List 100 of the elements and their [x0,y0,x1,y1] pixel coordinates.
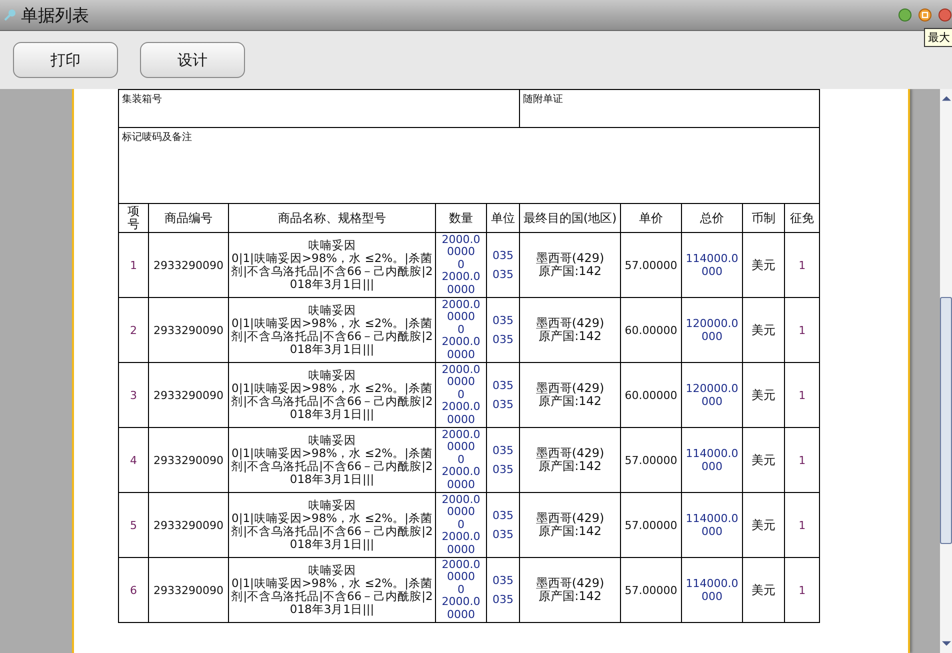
table-cell-text: 原产国:142 [538,525,603,538]
table-cell: 60.00000 [624,388,678,402]
table-cell: 60.00000 [624,324,678,336]
scroll-down-icon[interactable] [942,641,950,647]
table-cell: 57.00000 [624,518,678,532]
column-header: 项号 [128,204,140,232]
column-header: 最终目的国(地区) [523,210,617,224]
table-cell: 美元 [752,518,776,532]
table-cell-text: 0|1|呋喃妥因>98%，水 ≤2%。|杀菌剂|不含乌洛托品|不含66－己内酰胺|2018年3月1日||| [230,577,434,616]
table-cell-text: 墨西哥(429) [534,317,606,330]
table-cell-text: 墨西哥(429) [534,447,606,460]
scroll-up-icon[interactable] [942,95,950,101]
toolbar-button[interactable]: 设计 [140,42,245,78]
field-label: 随附单证 [523,94,564,105]
field-label: 标记唛码及备注 [122,132,192,143]
vertical-scrollbar[interactable] [940,89,952,653]
table-cell-text: 0|1|呋喃妥因>98%，水 ≤2%。|杀菌剂|不含乌洛托品|不含66－己内酰胺|2018年3月1日||| [230,252,434,291]
table-cell-text: 114000.0000 [684,512,740,538]
column-header: 商品名称、规格型号 [278,210,386,224]
table-cell-text: 035 [492,509,515,522]
table-cell: 1 [798,258,806,272]
table-cell: 2000.00000 [441,298,481,324]
table-cell: 1 [798,388,806,402]
table-cell-text: 0|1|呋喃妥因>98%，水 ≤2%。|杀菌剂|不含乌洛托品|不含66－己内酰胺|2018年3月1日||| [230,317,434,356]
tooltip: 最大 [924,28,952,47]
table-cell: 2000.00000 [441,466,481,492]
table-cell: 3 [130,388,137,402]
table-cell: 2933290090 [154,518,224,532]
table-cell-text: 035 [492,249,515,262]
table-cell: 美元 [752,322,776,336]
table-cell-text: 墨西哥(429) [534,382,606,395]
table-cell: 1 [798,454,806,466]
table-cell-text: 呋喃妥因 [307,239,357,252]
table-cell: 2000.00000 [441,271,481,296]
table-cell: 2000.00000 [441,428,481,454]
table-cell: 1 [130,258,137,272]
table-cell: 1 [798,324,806,336]
table-cell-text: 呋喃妥因 [307,369,357,382]
field-label: 集装箱号 [122,94,162,105]
table-cell-text: 035 [492,593,515,606]
table-cell-text: 墨西哥(429) [534,577,606,590]
table-cell: 2933290090 [154,324,224,336]
table-cell-text: 0 [456,584,466,596]
table-cell-text: 035 [492,333,515,346]
table-cell: 美元 [752,452,776,466]
table-cell-text: 墨西哥(429) [534,512,606,525]
table-cell: 57.00000 [624,584,678,596]
table-cell-text: 墨西哥(429) [534,252,606,265]
table-cell-text: 原产国:142 [538,330,603,343]
table-cell-text: 035 [492,444,515,457]
window-title: 单据列表 [21,4,89,26]
table-cell-text: 原产国:142 [538,590,603,603]
table-cell-text: 035 [492,528,515,541]
column-header: 单位 [491,210,516,224]
close-button[interactable] [938,8,952,22]
table-cell: 57.00000 [624,258,678,272]
table-cell-text: 114000.0000 [684,252,740,278]
table-cell-text: 0 [456,258,466,272]
table-cell: 2933290090 [154,388,224,402]
key-icon [3,8,17,22]
table-cell: 2000.00000 [441,364,481,389]
table-cell-text: 035 [492,268,515,281]
table-cell-text: 114000.0000 [684,447,740,473]
table-cell: 1 [798,518,806,532]
table-cell: 2000.00000 [441,596,481,622]
minimize-button[interactable] [898,8,912,22]
maximize-button[interactable] [918,8,932,22]
table-cell-text: 114000.0000 [684,577,740,603]
table-cell: 6 [130,584,137,596]
table-cell-text: 呋喃妥因 [307,434,357,447]
table-cell: 2933290090 [154,454,224,466]
table-cell-text: 120000.0000 [684,382,740,408]
table-cell: 2000.00000 [441,336,481,362]
table-cell: 美元 [752,388,776,402]
table-cell-text: 0|1|呋喃妥因>98%，水 ≤2%。|杀菌剂|不含乌洛托品|不含66－己内酰胺|2018年3月1日||| [230,382,434,421]
table-cell: 5 [130,518,137,532]
table-cell: 美元 [752,582,776,596]
table-cell: 57.00000 [624,454,678,466]
column-header: 总价 [700,210,724,224]
table-cell-text: 0|1|呋喃妥因>98%，水 ≤2%。|杀菌剂|不含乌洛托品|不含66－己内酰胺|2018年3月1日||| [230,512,434,551]
column-header: 单价 [639,210,664,224]
table-cell: 2000.00000 [441,234,481,259]
column-header: 数量 [449,210,473,224]
table-cell-text: 原产国:142 [538,265,603,278]
table-cell-text: 035 [492,463,515,476]
table-cell-text: 呋喃妥因 [307,499,357,512]
table-cell-text: 原产国:142 [538,395,603,408]
column-header: 商品编号 [164,210,212,224]
table-cell: 4 [130,454,137,466]
table-cell: 2000.00000 [441,531,481,556]
table-cell-text: 0|1|呋喃妥因>98%，水 ≤2%。|杀菌剂|不含乌洛托品|不含66－己内酰胺|2018年3月1日||| [230,447,434,486]
table-cell: 2933290090 [154,258,224,272]
table-cell-text: 035 [492,574,515,587]
scroll-thumb[interactable] [940,297,952,544]
table-cell: 1 [798,584,806,596]
table-cell: 美元 [752,258,776,272]
table-cell-text: 120000.0000 [684,317,740,343]
table-cell-text: 呋喃妥因 [307,304,357,317]
toolbar-button[interactable]: 打印 [13,42,118,78]
table-cell: 2000.00000 [441,494,481,519]
